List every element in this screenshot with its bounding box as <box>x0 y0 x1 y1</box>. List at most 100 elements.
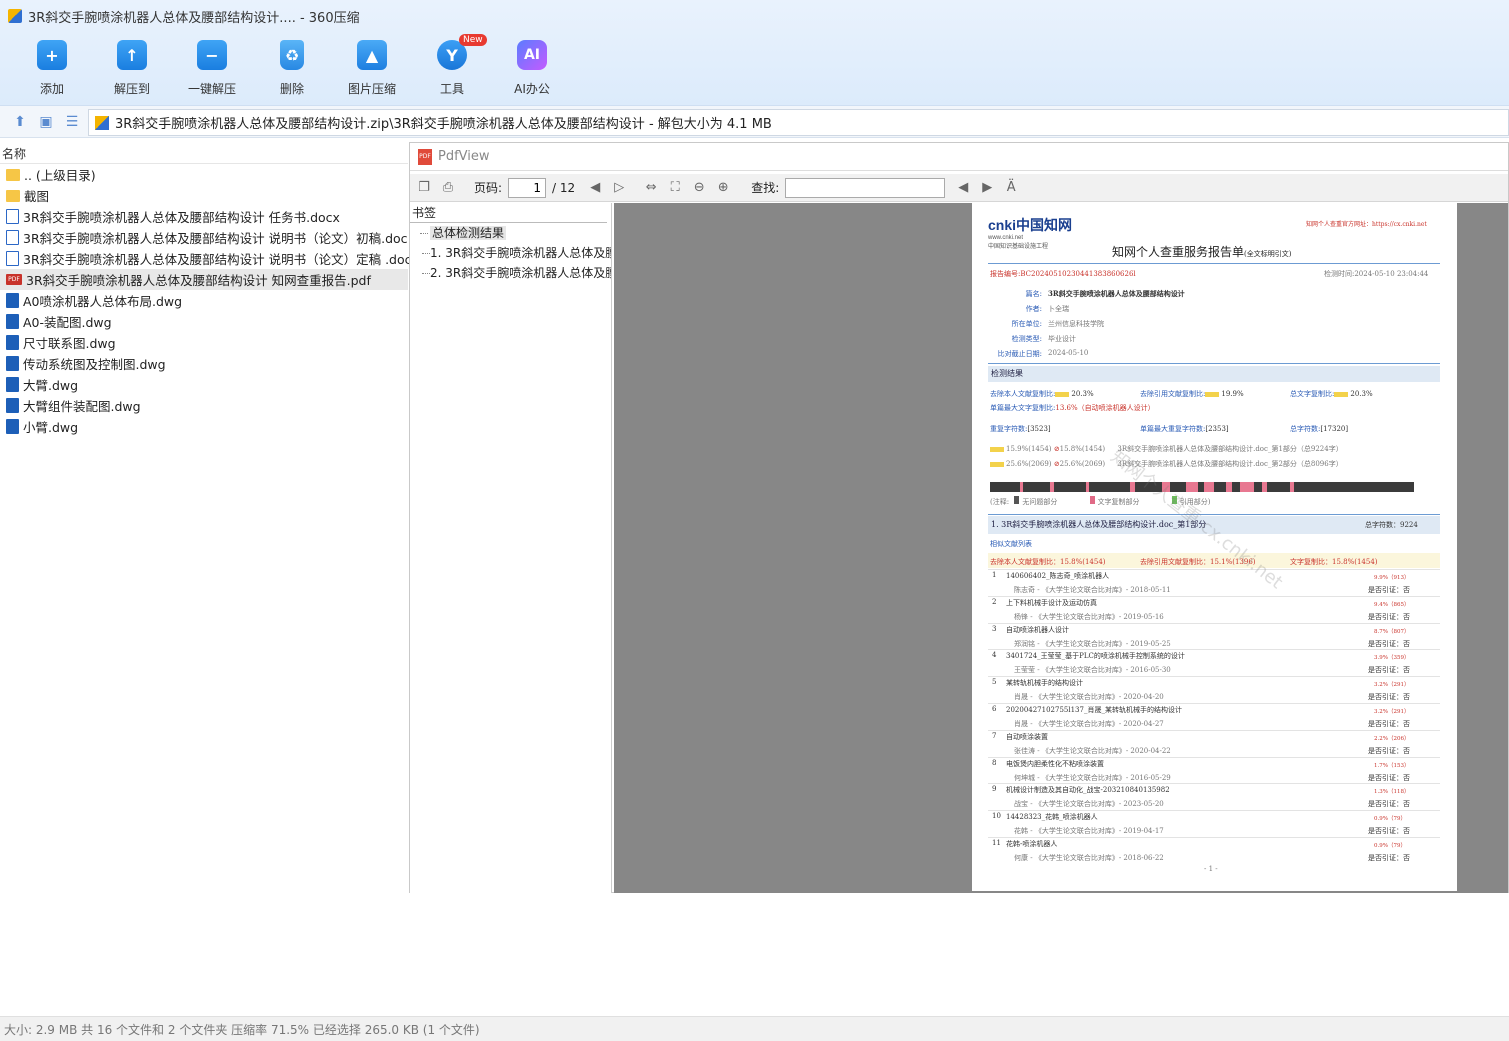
file-row[interactable]: PDF 3R斜交手腕喷涂机器人总体及腰部结构设计 知网查重报告.pdf <box>0 269 408 290</box>
legend-copy-swatch <box>1089 496 1095 504</box>
entry-title: 140606402_陈志奇_喷涂机器人 <box>1006 572 1110 580</box>
thumbnail-view-icon[interactable]: ▣ <box>38 114 54 130</box>
dwg-icon <box>6 377 19 392</box>
copy-icon[interactable]: ❐ <box>416 180 432 196</box>
fit-page-icon[interactable]: ⛶ <box>667 180 683 196</box>
tools-button[interactable]: Y New 工具 <box>412 34 492 98</box>
entry-source: 郑润铭 - 《大学生论文联合比对库》- 2019-05-25 <box>1014 639 1171 648</box>
entry-cite: 是否引证：否 <box>1368 800 1410 809</box>
bookmark-item[interactable]: 2. 3R斜交手腕喷涂机器人总体及腰部结构设计 <box>410 263 611 283</box>
check-time: 检测时间:2024-05-10 23:04:44 <box>1324 270 1429 278</box>
result-r3b-label: 单篇最大重复字符数: <box>1140 425 1206 433</box>
find-input[interactable] <box>785 177 946 198</box>
bookmark-item[interactable]: 1. 3R斜交手腕喷涂机器人总体及腰部结构设计 <box>410 243 611 263</box>
one-click-extract-button[interactable]: − 一键解压 <box>172 36 252 98</box>
ai-office-label: AI办公 <box>514 82 550 96</box>
next-page-icon[interactable]: ▷ <box>611 180 627 196</box>
entry-percent: 3.2%（291） <box>1374 709 1410 715</box>
add-icon: + <box>37 40 67 70</box>
field-key: 比对截止日期: <box>997 350 1042 358</box>
page-number-input[interactable] <box>508 177 547 198</box>
pdf-viewer-title-text: PdfView <box>438 149 490 164</box>
up-arrow-icon[interactable]: ⬆ <box>12 114 28 130</box>
file-row[interactable]: 大臂.dwg <box>0 374 408 395</box>
field-value: 3R斜交手腕喷涂机器人总体及腰部结构设计 <box>1048 289 1185 298</box>
result-r1a: 去除本人文献复制比: 20.3% <box>990 389 1094 399</box>
zoom-in-icon[interactable]: ⊕ <box>715 180 731 196</box>
bookmark-item[interactable]: 总体检测结果 <box>410 223 611 243</box>
address-bar[interactable]: 3R斜交手腕喷涂机器人总体及腰部结构设计.zip\3R斜交手腕喷涂机器人总体及腰… <box>88 109 1509 136</box>
entry-title: 电饭煲内胆柔性化不粘喷涂装置 <box>1006 759 1104 768</box>
file-row[interactable]: 传动系统图及控制图.dwg <box>0 353 408 374</box>
doc-icon <box>6 230 19 245</box>
add-label: 添加 <box>39 82 64 96</box>
prev-page-icon[interactable]: ◀ <box>587 180 603 196</box>
fit-width-icon[interactable]: ⇔ <box>643 180 659 196</box>
main-toolbar: + 添加 ↑ 解压到 − 一键解压 ♻ 删除 ▲ 图片压缩 Y New 工具 A… <box>12 34 572 98</box>
list-view-icon[interactable]: ☰ <box>64 114 80 130</box>
file-name: .. (上级目录) <box>24 168 96 183</box>
top-bar: 3R斜交手腕喷涂机器人总体及腰部结构设计.... - 360压缩 + 添加 ↑ … <box>0 0 1509 106</box>
trash-icon: ♻ <box>280 40 304 70</box>
entry-source: 花韩 - 《大学生论文联合比对库》- 2019-04-17 <box>1014 827 1164 836</box>
entry-number: 1 <box>992 571 997 579</box>
new-badge: New <box>459 34 487 46</box>
entry-source: 战宝 - 《大学生论文联合比对库》- 2023-05-20 <box>1014 800 1164 809</box>
delete-button[interactable]: ♻ 删除 <box>252 36 332 98</box>
file-name: 小臂.dwg <box>23 420 79 435</box>
find-prev-icon[interactable]: ◀ <box>955 180 971 196</box>
pdf-icon: PDF <box>418 148 432 165</box>
entry-number: 9 <box>992 785 997 794</box>
file-row[interactable]: 尺寸联系图.dwg <box>0 332 408 353</box>
bookmark-label: 2. 3R斜交手腕喷涂机器人总体及腰部结构设计 <box>430 266 611 280</box>
ratio-bar <box>1055 391 1070 397</box>
row-divider <box>988 676 1440 678</box>
ratio-bar <box>990 461 1004 467</box>
entry-percent: 1.7%（153） <box>1374 762 1410 769</box>
file-row[interactable]: 3R斜交手腕喷涂机器人总体及腰部结构设计 任务书.docx <box>0 206 408 227</box>
find-next-icon[interactable]: ▶ <box>979 180 995 196</box>
row-divider <box>988 756 1440 758</box>
dwg-icon <box>6 419 19 434</box>
file-row[interactable]: 截图 <box>0 185 408 206</box>
one-click-extract-label: 一键解压 <box>187 82 236 96</box>
extract-to-button[interactable]: ↑ 解压到 <box>92 36 172 98</box>
file-row[interactable]: 3R斜交手腕喷涂机器人总体及腰部结构设计 说明书（论文）定稿 .doc <box>0 248 412 269</box>
entry-cite: 是否引证：否 <box>1368 586 1410 594</box>
zoom-out-icon[interactable]: ⊖ <box>691 180 707 196</box>
entry-number: 5 <box>992 678 997 687</box>
file-name: 截图 <box>24 189 50 204</box>
file-row[interactable]: A0-装配图.dwg <box>0 311 408 332</box>
legend-none-swatch <box>1014 496 1020 504</box>
column-header-name[interactable]: 名称 <box>0 144 408 164</box>
find-label: 查找: <box>751 181 780 195</box>
file-row[interactable]: A0喷涂机器人总体布局.dwg <box>0 290 408 311</box>
row-divider <box>988 622 1440 624</box>
image-compress-button[interactable]: ▲ 图片压缩 <box>332 36 412 98</box>
divider <box>988 363 1440 364</box>
one-click-extract-icon: − <box>197 40 227 70</box>
file-row[interactable]: .. (上级目录) <box>0 164 408 185</box>
part-2-ratio: 25.6%(2069) <box>1006 460 1052 468</box>
pdf-canvas[interactable]: cnki中国知网 www.cnki.net 中国知识基础设施工程 知网个人查重官… <box>614 203 1508 893</box>
file-name: 3R斜交手腕喷涂机器人总体及腰部结构设计 知网查重报告.pdf <box>26 273 371 288</box>
result-r3a-value: [3523] <box>1027 425 1051 433</box>
result-r1c-value: 20.3% <box>1350 390 1373 398</box>
file-row[interactable]: 大臂组件装配图.dwg <box>0 395 408 416</box>
ai-office-button[interactable]: AI AI办公 <box>492 36 572 98</box>
add-button[interactable]: + 添加 <box>12 36 92 98</box>
pdf-page: cnki中国知网 www.cnki.net 中国知识基础设施工程 知网个人查重官… <box>972 203 1457 891</box>
entry-title: 花韩-喷涂机器人 <box>1006 840 1058 848</box>
file-row[interactable]: 3R斜交手腕喷涂机器人总体及腰部结构设计 说明书（论文）初稿.doc <box>0 227 408 248</box>
file-row[interactable]: 小臂.dwg <box>0 416 408 437</box>
result-section-title: 检测结果 <box>988 366 1440 382</box>
entry-percent: 8.7%（807） <box>1374 628 1410 635</box>
app-icon <box>8 9 22 23</box>
dwg-icon <box>6 293 19 308</box>
entry-title: 20200427102755l137_肖晟_某转轨机械手的结构设计 <box>1006 706 1182 714</box>
extract-to-icon: ↑ <box>117 40 147 70</box>
page-label: 页码: <box>474 181 503 195</box>
find-options-icon[interactable]: Ä <box>1003 180 1019 196</box>
print-icon[interactable]: ⎙ <box>440 180 456 196</box>
result-r1a-label: 去除本人文献复制比: <box>990 390 1056 398</box>
